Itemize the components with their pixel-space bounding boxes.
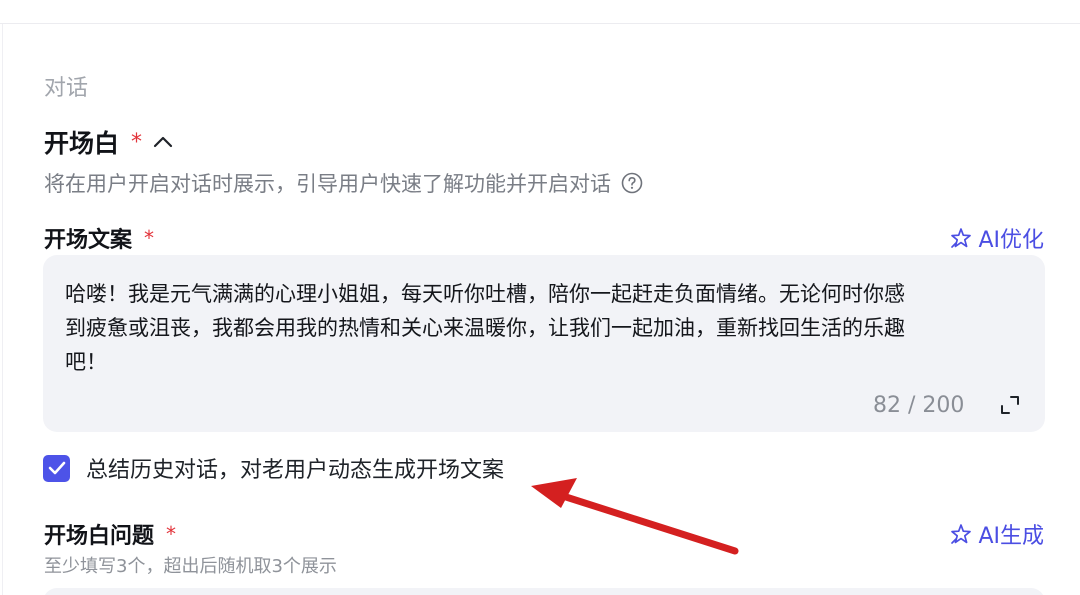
top-bar	[0, 0, 1080, 24]
ai-generate-label: AI生成	[978, 524, 1044, 549]
opener-heading: 开场白 *	[44, 124, 174, 160]
ai-generate-button[interactable]: AI生成	[950, 518, 1044, 550]
sparkle-star-icon	[951, 228, 972, 248]
panel-divider	[2, 24, 3, 595]
opener-title: 开场白	[44, 129, 120, 158]
opener-text-area[interactable]: 哈喽！我是元气满满的心理小姐姐，每天听你吐槽，陪你一起赶走负面情绪。无论何时你感…	[43, 255, 1045, 432]
expand-icon[interactable]	[998, 393, 1022, 417]
summary-checkbox-label[interactable]: 总结历史对话，对老用户动态生成开场文案	[86, 452, 504, 484]
summary-checkbox-row[interactable]: 总结历史对话，对老用户动态生成开场文案	[43, 452, 504, 484]
opener-questions-label-text: 开场白问题	[44, 524, 155, 549]
checkmark-icon	[48, 461, 65, 475]
opener-text-line: 哈喽！我是元气满满的心理小姐姐，每天听你吐槽，陪你一起赶走负面情绪。无论何时你感	[65, 282, 905, 306]
summary-checkbox[interactable]	[43, 454, 70, 482]
ai-optimize-button[interactable]: AI优化	[950, 222, 1044, 254]
required-mark: *	[144, 226, 155, 250]
char-counter: 82 / 200	[873, 393, 965, 418]
opener-question-input[interactable]	[43, 588, 1045, 595]
opener-text-label-text: 开场文案	[44, 228, 133, 253]
sparkle-star-icon	[951, 524, 972, 544]
opener-description-text: 将在用户开启对话时展示，引导用户快速了解功能并开启对话	[44, 172, 611, 196]
ai-optimize-label: AI优化	[978, 228, 1044, 253]
opener-text-value[interactable]: 哈喽！我是元气满满的心理小姐姐，每天听你吐槽，陪你一起赶走负面情绪。无论何时你感…	[65, 277, 1025, 379]
opener-questions-label: 开场白问题 *	[44, 518, 176, 550]
chevron-up-icon[interactable]	[152, 131, 174, 153]
opener-text-label: 开场文案 *	[44, 222, 154, 254]
opener-questions-description: 至少填写3个，超出后随机取3个展示	[44, 556, 337, 577]
required-mark: *	[131, 129, 143, 155]
opener-description: 将在用户开启对话时展示，引导用户快速了解功能并开启对话	[44, 168, 643, 198]
required-mark: *	[166, 522, 177, 546]
help-circle-icon[interactable]	[621, 172, 643, 194]
section-title: 对话	[44, 76, 89, 101]
opener-text-line: 吧！	[65, 350, 107, 374]
opener-text-line: 到疲惫或沮丧，我都会用我的热情和关心来温暖你，让我们一起加油，重新找回生活的乐趣	[65, 316, 905, 340]
